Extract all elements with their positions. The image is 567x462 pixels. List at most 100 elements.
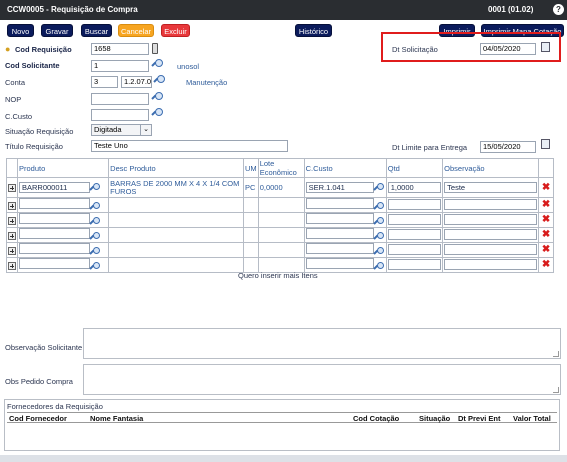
qtd-cell[interactable] [387, 213, 442, 225]
col-desc-produto: Desc Produto [108, 158, 245, 178]
chevron-down-icon[interactable]: ⌄ [140, 125, 151, 135]
expand-icon[interactable] [8, 201, 16, 210]
table-row: ✖ [6, 227, 554, 244]
observacao-cell[interactable] [444, 198, 538, 210]
ccusto-cell[interactable] [305, 228, 374, 240]
observacao-cell[interactable] [444, 213, 538, 225]
produto-cell[interactable] [19, 198, 90, 209]
produto-cell[interactable]: BARR000011 [19, 181, 90, 193]
excluir-button[interactable]: Excluir [161, 24, 190, 37]
dt-solicitacao-label: Dt Solicitação [392, 45, 438, 54]
col-valor-total: Valor Total [513, 414, 551, 423]
expand-icon[interactable] [8, 231, 16, 240]
desc-produto-cell [108, 212, 245, 229]
dt-solicitacao-field[interactable]: 04/05/2020 [480, 43, 536, 55]
bottom-scrollbar[interactable] [0, 455, 567, 462]
search-icon[interactable] [374, 262, 384, 272]
resize-grip-icon[interactable] [553, 351, 559, 357]
search-icon[interactable] [374, 247, 384, 257]
ccusto-cell[interactable] [305, 243, 374, 255]
search-icon[interactable] [152, 59, 163, 69]
search-icon[interactable] [374, 217, 384, 227]
delete-icon[interactable]: ✖ [542, 244, 550, 255]
buscar-button[interactable]: Buscar [81, 24, 112, 37]
novo-button[interactable]: Novo [7, 24, 34, 37]
search-icon[interactable] [90, 202, 100, 212]
conta-field-b[interactable]: 1.2.07.0 [121, 76, 152, 88]
expand-icon[interactable] [8, 216, 16, 225]
conta-descricao: Manutenção [186, 78, 228, 87]
ccusto-cell[interactable]: SER.1.041 [305, 181, 374, 193]
search-icon[interactable] [374, 202, 384, 212]
delete-icon[interactable]: ✖ [542, 199, 550, 210]
expand-icon[interactable] [8, 246, 16, 255]
help-icon[interactable]: ? [553, 4, 564, 15]
ccusto-field[interactable] [91, 109, 149, 121]
search-icon[interactable] [90, 183, 100, 193]
search-icon[interactable] [152, 108, 163, 118]
conta-label: Conta [5, 78, 26, 87]
search-icon[interactable] [374, 232, 384, 242]
titulo-field[interactable]: Teste Uno [91, 140, 288, 152]
observacao-solicitante-label: Observação Solicitante [5, 343, 83, 352]
ccusto-cell[interactable] [305, 198, 374, 209]
qtd-cell[interactable]: 1,0000 [387, 182, 442, 193]
expand-icon[interactable] [8, 184, 16, 192]
resize-grip-icon[interactable] [553, 387, 559, 393]
lote-cell [257, 212, 305, 229]
observacao-cell[interactable] [444, 258, 538, 270]
search-icon[interactable] [152, 92, 163, 102]
dt-limite-field[interactable]: 15/05/2020 [480, 141, 536, 153]
calendar-icon[interactable] [541, 139, 550, 149]
copy-icon[interactable] [152, 43, 158, 54]
col-situacao: Situação [419, 414, 451, 423]
fornecedores-panel: Fornecedores da Requisição Cod Fornecedo… [4, 399, 560, 451]
search-icon[interactable] [90, 232, 100, 242]
search-icon[interactable] [90, 217, 100, 227]
produto-cell[interactable] [19, 243, 90, 255]
gravar-button[interactable]: Gravar [41, 24, 73, 37]
window-title: CCW0005 - Requisição de Compra [7, 5, 138, 14]
search-icon[interactable] [374, 183, 384, 193]
qtd-cell[interactable] [387, 258, 442, 270]
cod-solicitante-label: Cod Solicitante [5, 61, 60, 70]
ccusto-cell[interactable] [305, 213, 374, 225]
um-cell: PC [243, 177, 259, 198]
lote-cell [257, 227, 305, 244]
produto-cell[interactable] [19, 213, 90, 225]
cancelar-button[interactable]: Cancelar [118, 24, 154, 37]
qtd-cell[interactable] [387, 198, 442, 210]
expand-icon[interactable] [8, 261, 16, 270]
search-icon[interactable] [90, 247, 100, 257]
delete-icon[interactable]: ✖ [542, 182, 550, 193]
observacao-cell[interactable] [444, 228, 538, 240]
desc-produto-cell [108, 227, 245, 244]
calendar-icon[interactable] [541, 42, 550, 52]
title-bar: CCW0005 - Requisição de Compra 0001 (01.… [0, 0, 567, 20]
qtd-cell[interactable] [387, 243, 442, 255]
produto-cell[interactable] [19, 228, 90, 240]
qtd-cell[interactable] [387, 228, 442, 240]
ccusto-cell[interactable] [305, 258, 374, 270]
search-icon[interactable] [154, 75, 165, 85]
conta-field-a[interactable]: 3 [91, 76, 118, 88]
cod-requisicao-field[interactable]: 1658 [91, 43, 149, 55]
delete-icon[interactable]: ✖ [542, 259, 550, 270]
cod-solicitante-field[interactable]: 1 [91, 60, 149, 72]
desc-produto-cell [108, 257, 245, 274]
situacao-select[interactable]: Digitada ⌄ [91, 124, 152, 136]
table-row: ✖ [6, 212, 554, 229]
obs-pedido-textarea[interactable] [83, 364, 561, 395]
delete-icon[interactable]: ✖ [542, 214, 550, 225]
delete-icon[interactable]: ✖ [542, 229, 550, 240]
nop-field[interactable] [91, 93, 149, 105]
produto-cell[interactable] [19, 258, 90, 270]
desc-produto-cell: BARRAS DE 2000 MM X 4 X 1/4 COM FUROS [108, 177, 245, 198]
um-cell [243, 196, 259, 214]
historico-button[interactable]: Histórico [295, 24, 332, 37]
observacao-cell[interactable]: Teste [444, 182, 538, 193]
col-cod-fornecedor: Cod Fornecedor [9, 414, 67, 423]
observacao-solicitante-textarea[interactable] [83, 328, 561, 359]
search-icon[interactable] [90, 262, 100, 272]
observacao-cell[interactable] [444, 243, 538, 255]
